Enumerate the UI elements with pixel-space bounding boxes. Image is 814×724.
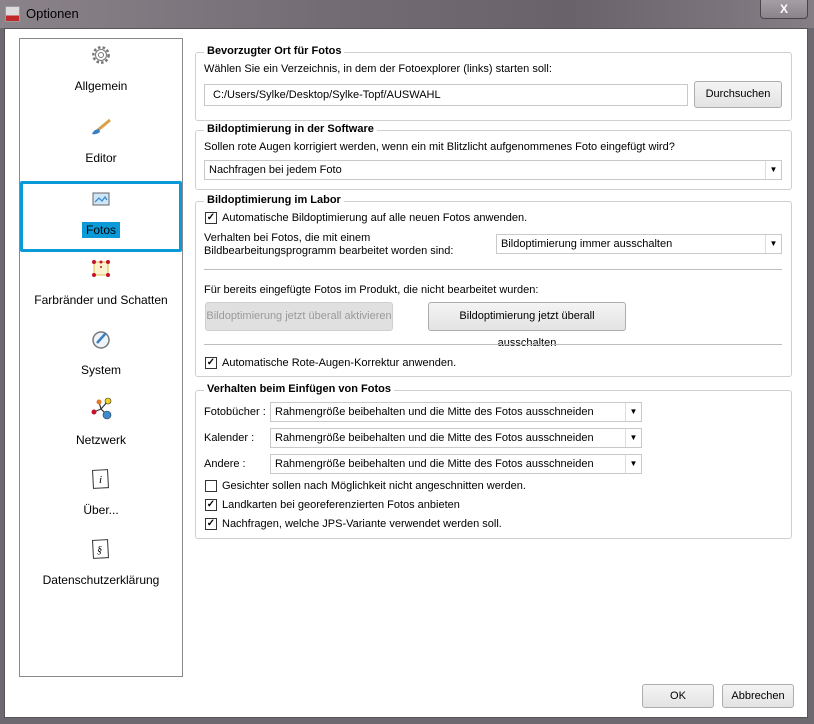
- sidebar-item-label: Editor: [85, 151, 117, 165]
- checkbox-label: Landkarten bei georeferenzierten Fotos a…: [222, 499, 460, 511]
- select-value: Rahmengröße beibehalten und die Mitte de…: [275, 406, 594, 418]
- photo-location-group: Bevorzugter Ort für Fotos Wählen Sie ein…: [195, 45, 792, 121]
- sidebar-item-editor[interactable]: Editor: [20, 111, 182, 181]
- system-icon: [90, 327, 112, 351]
- sidebar-item-label: Farbränder und Schatten: [34, 293, 168, 307]
- redeye-correction-checkbox[interactable]: ✓: [205, 357, 217, 369]
- select-value: Rahmengröße beibehalten und die Mitte de…: [275, 458, 594, 470]
- location-description: Wählen Sie ein Verzeichnis, in dem der F…: [204, 63, 552, 75]
- checkbox-label: Gesichter sollen nach Möglichkeit nicht …: [222, 480, 526, 492]
- group-title: Bildoptimierung im Labor: [204, 194, 344, 206]
- close-button[interactable]: X: [760, 0, 808, 19]
- kalender-label: Kalender :: [204, 432, 255, 444]
- sidebar-item-label: Netzwerk: [75, 433, 126, 447]
- behavior-label-line1: Verhalten bei Fotos, die mit einem: [204, 232, 371, 244]
- lab-optimization-group: Bildoptimierung im Labor ✓ Automatische …: [195, 194, 792, 377]
- gear-icon: [90, 43, 112, 67]
- edited-photos-select[interactable]: Bildoptimierung immer ausschalten ▼: [496, 234, 782, 254]
- insert-behavior-group: Verhalten beim Einfügen von Fotos Fotobü…: [195, 383, 792, 539]
- divider: [204, 344, 782, 345]
- deactivate-optimization-button[interactable]: Bildoptimierung jetzt überall ausschalte…: [428, 302, 626, 349]
- sidebar-item-label: Über...: [83, 503, 119, 517]
- image-icon: [90, 187, 112, 211]
- select-value: Rahmengröße beibehalten und die Mitte de…: [275, 432, 594, 444]
- cancel-button[interactable]: Abbrechen: [722, 684, 794, 708]
- redeye-select[interactable]: Nachfragen bei jedem Foto ▼: [204, 160, 782, 180]
- behavior-label-line2: Bildbearbeitungsprogramm bearbeitet word…: [204, 245, 454, 257]
- chevron-down-icon: ▼: [765, 235, 781, 253]
- selected-label: Fotos: [81, 222, 120, 238]
- divider: [204, 269, 782, 270]
- sidebar-item-farbraender[interactable]: Farbränder und Schatten: [20, 253, 182, 323]
- andere-label: Andere :: [204, 458, 246, 470]
- group-title: Bildoptimierung in der Software: [204, 123, 377, 135]
- sidebar-item-system[interactable]: System: [20, 323, 182, 393]
- brush-icon: [90, 115, 112, 139]
- title-bar: Optionen X: [0, 0, 814, 28]
- kalender-select[interactable]: Rahmengröße beibehalten und die Mitte de…: [270, 428, 642, 448]
- fotobuecher-label: Fotobücher :: [204, 406, 266, 418]
- sidebar-item-label: Fotos: [23, 222, 179, 238]
- group-title: Verhalten beim Einfügen von Fotos: [204, 383, 394, 395]
- sidebar-item-datenschutz[interactable]: § Datenschutzerklärung: [20, 533, 182, 603]
- checkbox-label: Automatische Rote-Augen-Korrektur anwend…: [222, 357, 457, 369]
- chevron-down-icon: ▼: [765, 161, 781, 179]
- browse-button[interactable]: Durchsuchen: [694, 81, 782, 108]
- software-description: Sollen rote Augen korrigiert werden, wen…: [204, 141, 675, 153]
- paragraph-icon: §: [90, 537, 112, 561]
- jps-checkbox[interactable]: ✓: [205, 518, 217, 530]
- sidebar-item-netzwerk[interactable]: Netzwerk: [20, 393, 182, 463]
- sidebar-item-fotos[interactable]: Fotos: [20, 181, 182, 252]
- svg-text:i: i: [99, 474, 102, 486]
- faces-checkbox[interactable]: [205, 480, 217, 492]
- auto-optimization-checkbox[interactable]: ✓: [205, 212, 217, 224]
- network-icon: [90, 397, 112, 421]
- maps-checkbox[interactable]: ✓: [205, 499, 217, 511]
- ok-button[interactable]: OK: [642, 684, 714, 708]
- chevron-down-icon: ▼: [625, 455, 641, 473]
- photo-path-input[interactable]: C:/Users/Sylke/Desktop/Sylke-Topf/AUSWAH…: [204, 84, 688, 106]
- svg-text:§: §: [97, 545, 102, 556]
- activate-optimization-button[interactable]: Bildoptimierung jetzt überall aktivieren: [205, 302, 393, 331]
- software-optimization-group: Bildoptimierung in der Software Sollen r…: [195, 123, 792, 190]
- andere-select[interactable]: Rahmengröße beibehalten und die Mitte de…: [270, 454, 642, 474]
- sidebar-item-label: Datenschutzerklärung: [42, 573, 160, 587]
- select-value: Bildoptimierung immer ausschalten: [501, 238, 673, 250]
- sidebar-item-label: System: [80, 363, 121, 377]
- sidebar-item-allgemein[interactable]: Allgemein: [20, 39, 182, 109]
- sidebar-item-label: Allgemein: [74, 79, 128, 93]
- window-title: Optionen: [26, 6, 79, 21]
- options-sidebar: Allgemein Editor Fotos Farbränder und Sc…: [19, 38, 183, 677]
- dialog-body: Allgemein Editor Fotos Farbränder und Sc…: [4, 28, 808, 718]
- sidebar-item-ueber[interactable]: i Über...: [20, 463, 182, 533]
- checkbox-label: Nachfragen, welche JPS-Variante verwende…: [222, 518, 502, 530]
- chevron-down-icon: ▼: [625, 403, 641, 421]
- app-icon: [5, 6, 20, 22]
- checkbox-label: Automatische Bildoptimierung auf alle ne…: [222, 212, 528, 224]
- fotobuecher-select[interactable]: Rahmengröße beibehalten und die Mitte de…: [270, 402, 642, 422]
- group-title: Bevorzugter Ort für Fotos: [204, 45, 345, 57]
- frame-icon: [90, 257, 112, 281]
- select-value: Nachfragen bei jedem Foto: [209, 164, 342, 176]
- existing-photos-label: Für bereits eingefügte Fotos im Produkt,…: [204, 284, 539, 296]
- info-icon: i: [90, 467, 112, 491]
- chevron-down-icon: ▼: [625, 429, 641, 447]
